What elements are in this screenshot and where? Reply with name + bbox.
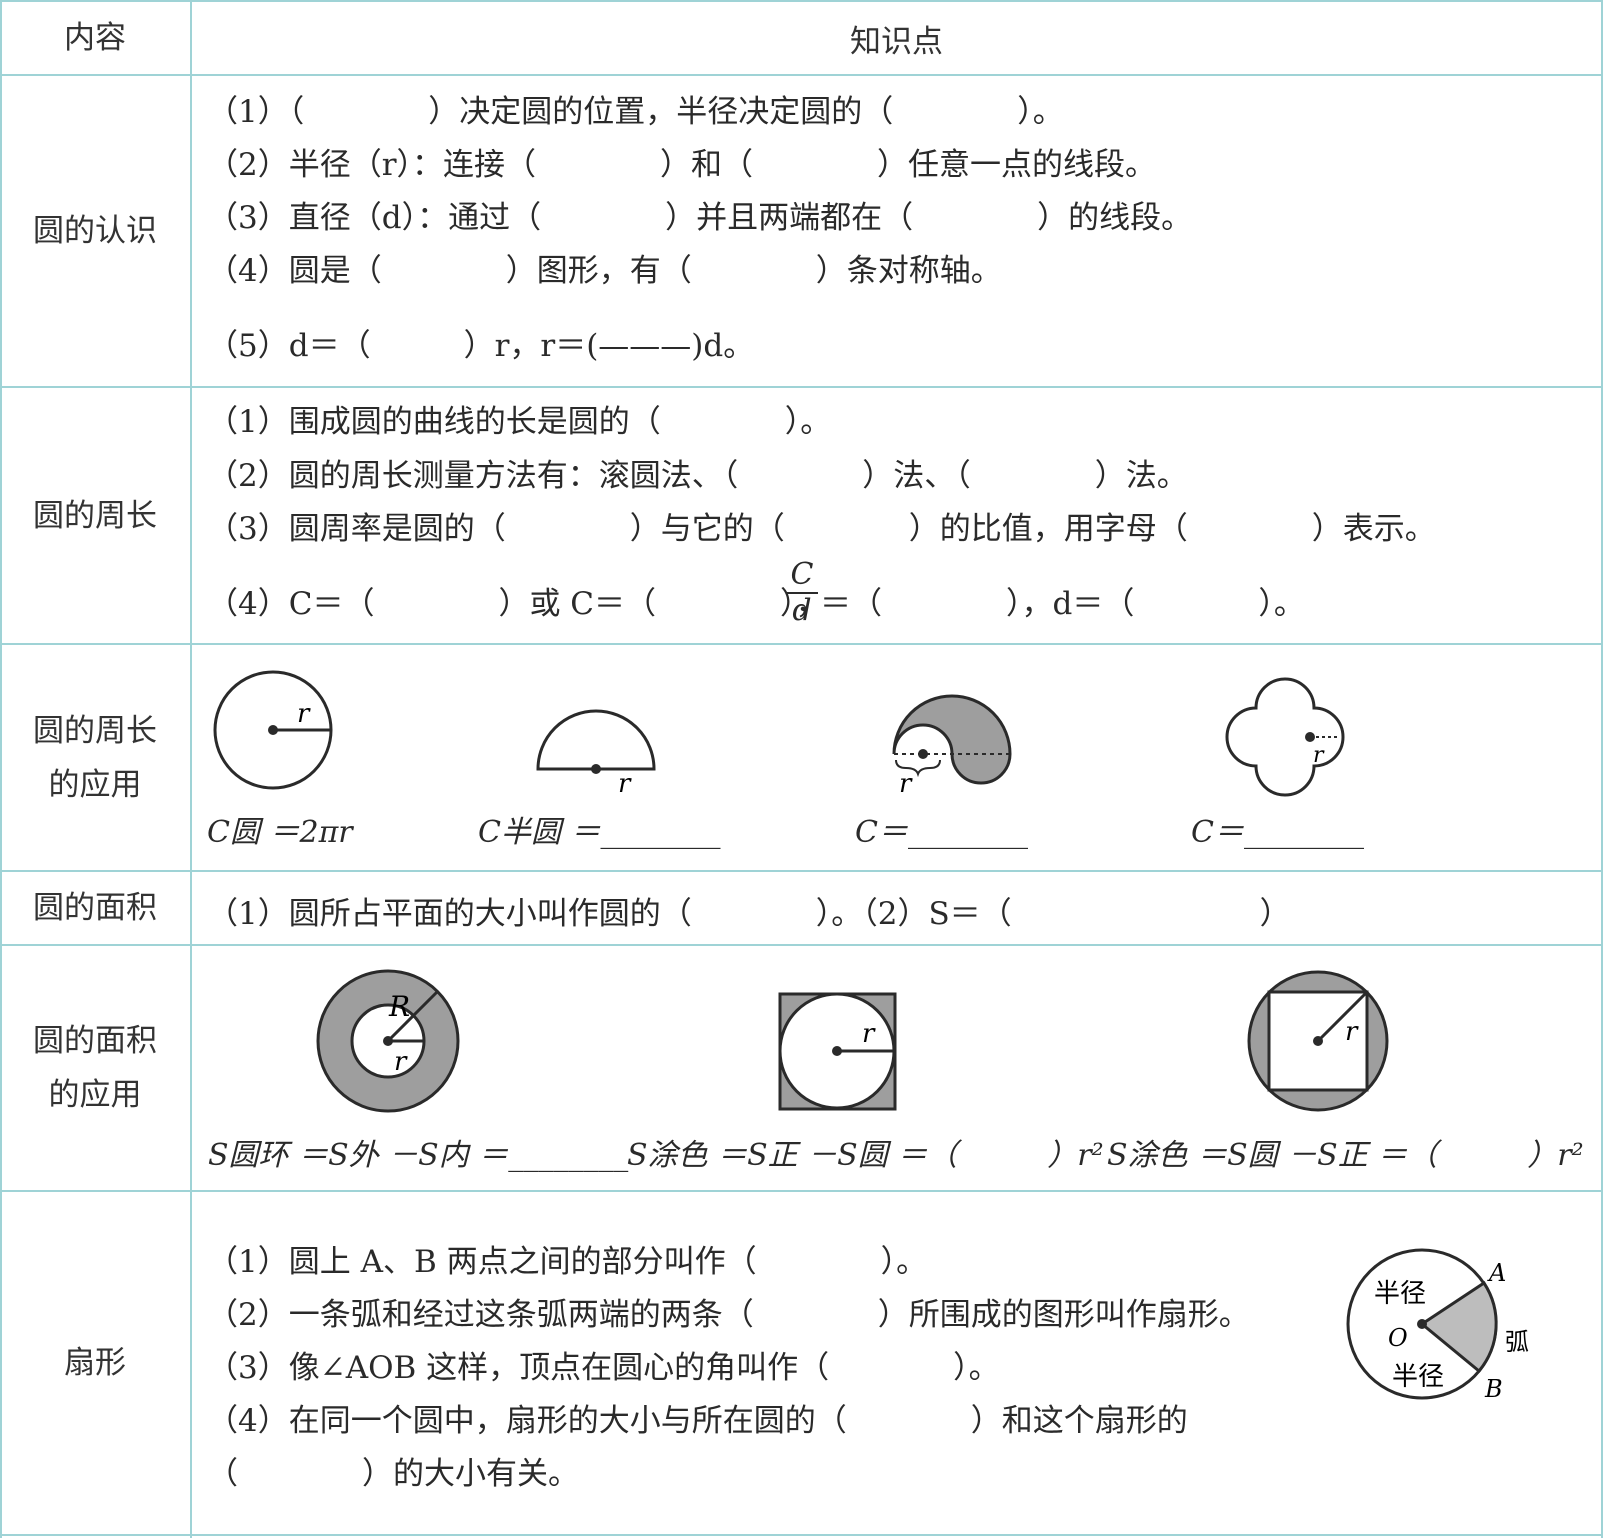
arc-label: 弧 — [1505, 1328, 1529, 1356]
category-circumference-application: 圆的周长 的应用 — [0, 645, 190, 870]
grid-line — [0, 386, 1603, 388]
grid-line — [0, 944, 1603, 946]
annulus-figure: R r — [316, 969, 460, 1113]
category-label: 圆的面积 — [33, 1023, 157, 1059]
knowledge-line: ＝（ ），d＝（ ）。 — [820, 586, 1305, 622]
square-in-circle-figure: r — [1247, 970, 1389, 1112]
grid-line — [0, 1190, 1603, 1192]
radius-label: r — [862, 1019, 876, 1049]
header-content: 内容 — [0, 2, 190, 74]
circle-in-square-figure: r — [778, 992, 897, 1111]
knowledge-table: 内容 知识点 圆的认识 （1）（ ）决定圆的位置，半径决定圆的（ ）。 （2）半… — [0, 0, 1603, 1538]
category-label: 圆的周长 — [33, 497, 157, 534]
knowledge-line: （1）围成圆的曲线的长是圆的（ ）。 — [207, 404, 832, 440]
formula-label: S圆环 ＝S外 －S内 ＝________ — [208, 1138, 629, 1173]
full-circle-figure: r — [213, 670, 333, 790]
fraction-c-over-d: C d — [786, 558, 818, 628]
grid-line — [0, 74, 1603, 76]
formula-label: C圆 ＝2πr — [207, 815, 353, 850]
knowledge-line: （4）C＝（ ）或 C＝（ ）， — [207, 586, 827, 622]
radius-label-lower: 半径 — [1392, 1362, 1444, 1392]
radius-label: r — [1313, 743, 1325, 768]
radius-label: r — [899, 769, 913, 799]
category-label: 圆的周长 — [33, 712, 157, 749]
formula-label: S涂色 ＝S圆 －S正 ＝（ ）r² — [1107, 1138, 1584, 1173]
semicircle-figure: r — [536, 709, 656, 799]
formula-label: C＝________ — [855, 815, 1028, 850]
point-b-label: B — [1484, 1375, 1503, 1403]
radius-label-upper: 半径 — [1374, 1279, 1426, 1309]
category-area: 圆的面积 — [0, 872, 190, 944]
radius-label: r — [297, 699, 311, 729]
knowledge-line: （1）圆上 A、B 两点之间的部分叫作（ ）。 — [207, 1244, 928, 1280]
knowledge-line: （1）圆所占平面的大小叫作圆的（ ）。（2）S＝（ ） — [207, 896, 1291, 932]
grid-line — [0, 643, 1603, 645]
grid-line — [190, 0, 192, 1538]
header-knowledge-label: 知识点 — [850, 23, 943, 60]
formula-label: C＝________ — [1191, 815, 1364, 850]
category-circle-basics: 圆的认识 — [0, 76, 190, 386]
radius-label: r — [1345, 1017, 1359, 1047]
category-circumference: 圆的周长 — [0, 388, 190, 643]
knowledge-line: （2）半径（r）：连接（ ）和（ ）任意一点的线段。 — [207, 147, 1157, 183]
grid-line — [0, 1534, 1603, 1536]
grid-line — [0, 870, 1603, 872]
knowledge-line: （1）（ ）决定圆的位置，半径决定圆的（ ）。 — [207, 94, 1064, 130]
formula-label: S涂色 ＝S正 －S圆 ＝（ ）r² — [627, 1138, 1104, 1173]
center-label: O — [1388, 1324, 1408, 1352]
category-label: 的应用 — [48, 1077, 142, 1113]
category-area-application: 圆的面积 的应用 — [0, 946, 190, 1190]
radius-label: r — [618, 769, 632, 799]
knowledge-line: （3）像∠AOB 这样，顶点在圆心的角叫作（ ）。 — [207, 1350, 1000, 1386]
category-label: 圆的认识 — [33, 213, 157, 249]
outer-radius-label: R — [388, 990, 410, 1023]
knowledge-line: （2）圆的周长测量方法有：滚圆法、（ ）法、（ ）法。 — [207, 458, 1188, 494]
header-knowledge: 知识点 — [192, 2, 1601, 74]
category-label: 的应用 — [48, 766, 142, 803]
fraction-numerator: C — [786, 558, 818, 594]
formula-label: C半圆 ＝________ — [478, 815, 721, 850]
knowledge-line: （2）一条弧和经过这条弧两端的两条（ ）所围成的图形叫作扇形。 — [207, 1297, 1250, 1333]
category-sector: 扇形 — [0, 1192, 190, 1534]
inner-radius-label: r — [394, 1047, 408, 1077]
header-content-label: 内容 — [64, 20, 126, 56]
knowledge-line: （3）直径（d）：通过（ ）并且两端都在（ ）的线段。 — [207, 200, 1193, 236]
knowledge-line: （5）d＝（ ）r，r＝(———)d。 — [207, 328, 755, 364]
knowledge-line: （ ）的大小有关。 — [207, 1456, 579, 1492]
shaded-swirl-figure: r — [892, 694, 1012, 799]
knowledge-line: （4）在同一个圆中，扇形的大小与所在圆的（ ）和这个扇形的 — [207, 1403, 1188, 1439]
point-a-label: A — [1487, 1259, 1506, 1287]
knowledge-line: （4）圆是（ ）图形，有（ ）条对称轴。 — [207, 253, 1002, 289]
four-lobe-figure: r — [1225, 677, 1345, 797]
fraction-denominator: d — [792, 593, 812, 628]
category-label: 扇形 — [64, 1345, 126, 1381]
category-label: 圆的面积 — [33, 890, 157, 926]
knowledge-line: （3）圆周率是圆的（ ）与它的（ ）的比值，用字母（ ）表示。 — [207, 511, 1436, 547]
